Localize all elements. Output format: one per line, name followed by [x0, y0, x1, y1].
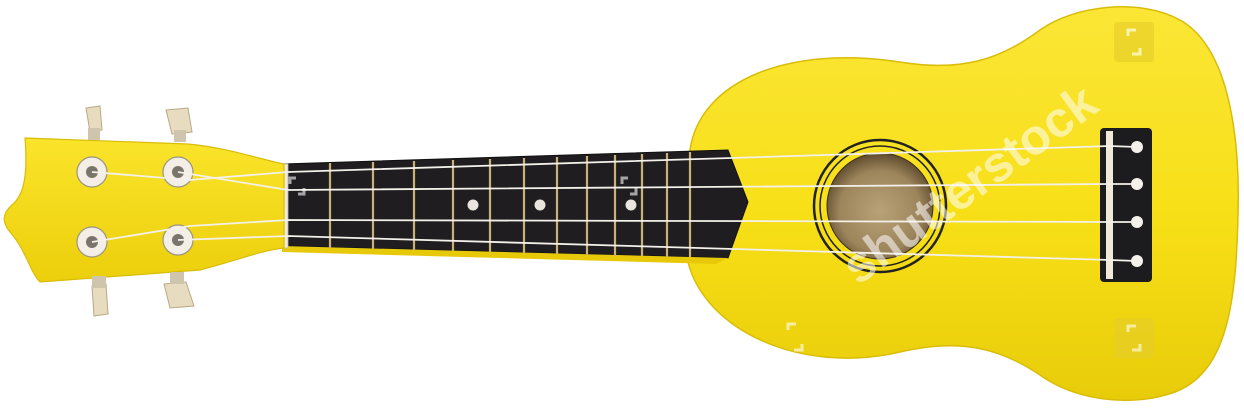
headstock — [3, 137, 285, 283]
bridge — [1100, 128, 1152, 282]
ukulele-photo: shutterstock — [3, 6, 1239, 401]
